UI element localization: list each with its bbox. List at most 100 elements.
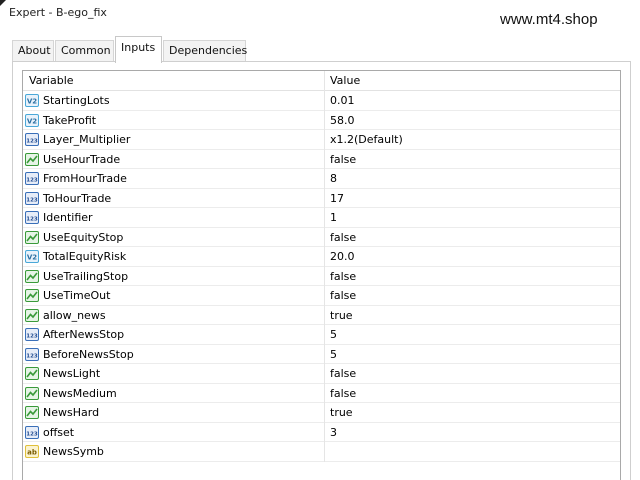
variable-value[interactable]: false bbox=[330, 270, 356, 283]
variable-value[interactable]: 3 bbox=[330, 426, 337, 439]
column-header-value[interactable]: Value bbox=[330, 74, 360, 87]
variable-value[interactable]: 5 bbox=[330, 348, 337, 361]
integer-icon: 123 bbox=[25, 211, 39, 224]
variable-value[interactable]: 8 bbox=[330, 172, 337, 185]
variable-value[interactable]: true bbox=[330, 309, 353, 322]
variable-name: UseTrailingStop bbox=[43, 269, 129, 283]
table-row[interactable]: 123 Layer_Multiplier x1.2(Default) bbox=[23, 130, 620, 150]
variable-value[interactable]: 1 bbox=[330, 211, 337, 224]
variable-value[interactable]: false bbox=[330, 289, 356, 302]
variable-value[interactable]: 20.0 bbox=[330, 250, 355, 263]
bool-icon bbox=[25, 386, 39, 400]
variable-name: ToHourTrade bbox=[43, 191, 112, 205]
svg-text:V2: V2 bbox=[27, 253, 37, 261]
variable-value[interactable]: false bbox=[330, 153, 356, 166]
bool-icon bbox=[25, 308, 39, 322]
cell-separator bbox=[324, 208, 325, 228]
svg-text:123: 123 bbox=[26, 138, 38, 144]
table-row[interactable]: 123 offset 3 bbox=[23, 422, 620, 442]
window-title: Expert - B-ego_fix bbox=[9, 6, 107, 19]
cell-separator bbox=[324, 110, 325, 130]
table-row[interactable]: V2 TakeProfit 58.0 bbox=[23, 110, 620, 130]
svg-text:123: 123 bbox=[26, 333, 38, 339]
double-icon: V2 bbox=[25, 94, 39, 107]
table-row[interactable]: UseTrailingStop false bbox=[23, 266, 620, 286]
cell-separator bbox=[324, 422, 325, 442]
variable-value[interactable]: false bbox=[330, 231, 356, 244]
table-row[interactable]: NewsHard true bbox=[23, 403, 620, 423]
variable-value[interactable]: false bbox=[330, 387, 356, 400]
table-row[interactable]: UseTimeOut false bbox=[23, 286, 620, 306]
cell-separator bbox=[324, 305, 325, 325]
variable-name: NewsMedium bbox=[43, 386, 117, 400]
table-row[interactable]: NewsMedium false bbox=[23, 383, 620, 403]
tab-dependencies[interactable]: Dependencies bbox=[163, 40, 247, 62]
inputs-table[interactable]: Variable Value V2 StartingLots 0.01 V2 TakeP… bbox=[22, 70, 621, 480]
cell-separator bbox=[324, 266, 325, 286]
variable-value[interactable]: 0.01 bbox=[330, 94, 355, 107]
column-header-variable[interactable]: Variable bbox=[29, 74, 74, 87]
bool-icon bbox=[25, 269, 39, 283]
svg-text:123: 123 bbox=[26, 353, 38, 359]
table-row[interactable]: 123 BeforeNewsStop 5 bbox=[23, 344, 620, 364]
variable-value[interactable]: true bbox=[330, 406, 353, 419]
bool-icon bbox=[25, 230, 39, 244]
cell-separator bbox=[324, 286, 325, 306]
integer-icon: 123 bbox=[25, 172, 39, 185]
svg-text:123: 123 bbox=[26, 216, 38, 222]
integer-icon: 123 bbox=[25, 328, 39, 341]
table-header: Variable Value bbox=[23, 71, 620, 91]
variable-value[interactable]: 58.0 bbox=[330, 114, 355, 127]
tab-common[interactable]: Common bbox=[55, 40, 114, 62]
watermark-text: www.mt4.shop bbox=[500, 11, 598, 28]
table-row[interactable]: 123 Identifier 1 bbox=[23, 208, 620, 228]
table-row[interactable]: 123 AfterNewsStop 5 bbox=[23, 325, 620, 345]
tab-about[interactable]: About bbox=[12, 40, 54, 62]
table-row[interactable]: NewsLight false bbox=[23, 364, 620, 384]
svg-text:V2: V2 bbox=[27, 117, 37, 125]
variable-value[interactable]: 17 bbox=[330, 192, 344, 205]
variable-name: UseTimeOut bbox=[43, 289, 111, 302]
cell-separator bbox=[324, 188, 325, 208]
titlebar: Expert - B-ego_fix www.mt4.shop bbox=[0, 0, 640, 30]
variable-name: UseEquityStop bbox=[43, 230, 124, 244]
inputs-panel: Variable Value V2 StartingLots 0.01 V2 TakeP… bbox=[12, 61, 631, 480]
variable-value[interactable]: 5 bbox=[330, 328, 337, 341]
integer-icon: 123 bbox=[25, 347, 39, 361]
variable-name: TotalEquityRisk bbox=[43, 250, 127, 263]
table-row[interactable]: UseEquityStop false bbox=[23, 227, 620, 247]
variable-name: Layer_Multiplier bbox=[43, 133, 131, 146]
column-separator[interactable] bbox=[324, 71, 325, 91]
variable-name: StartingLots bbox=[43, 94, 110, 107]
variable-name: FromHourTrade bbox=[43, 172, 127, 185]
table-row[interactable]: V2 StartingLots 0.01 bbox=[23, 91, 620, 111]
svg-text:123: 123 bbox=[26, 431, 38, 437]
integer-icon: 123 bbox=[25, 133, 39, 146]
cell-separator bbox=[324, 364, 325, 384]
cell-separator bbox=[324, 130, 325, 150]
svg-text:V2: V2 bbox=[27, 97, 37, 105]
variable-name: allow_news bbox=[43, 308, 106, 322]
tab-inputs[interactable]: Inputs bbox=[115, 36, 162, 63]
table-row[interactable]: 123 ToHourTrade 17 bbox=[23, 188, 620, 208]
variable-value[interactable]: x1.2(Default) bbox=[330, 133, 403, 146]
variable-name: Identifier bbox=[43, 211, 93, 224]
table-row[interactable]: ab NewsSymb bbox=[23, 442, 620, 462]
variable-name: NewsSymb bbox=[43, 445, 104, 458]
table-row[interactable]: 123 FromHourTrade 8 bbox=[23, 169, 620, 189]
integer-icon: 123 bbox=[25, 425, 39, 439]
bool-icon bbox=[25, 367, 39, 380]
variable-name: NewsLight bbox=[43, 367, 101, 380]
svg-text:ab: ab bbox=[27, 448, 37, 456]
variable-name: AfterNewsStop bbox=[43, 328, 125, 341]
table-row[interactable]: UseHourTrade false bbox=[23, 149, 620, 169]
bool-icon bbox=[25, 406, 39, 419]
variable-value[interactable]: false bbox=[330, 367, 356, 380]
variable-name: BeforeNewsStop bbox=[43, 347, 134, 361]
table-row[interactable]: allow_news true bbox=[23, 305, 620, 325]
table-row[interactable]: V2 TotalEquityRisk 20.0 bbox=[23, 247, 620, 267]
variable-name: TakeProfit bbox=[43, 113, 97, 127]
cell-separator bbox=[324, 149, 325, 169]
bool-icon bbox=[25, 152, 39, 166]
variable-name: NewsHard bbox=[43, 406, 100, 419]
